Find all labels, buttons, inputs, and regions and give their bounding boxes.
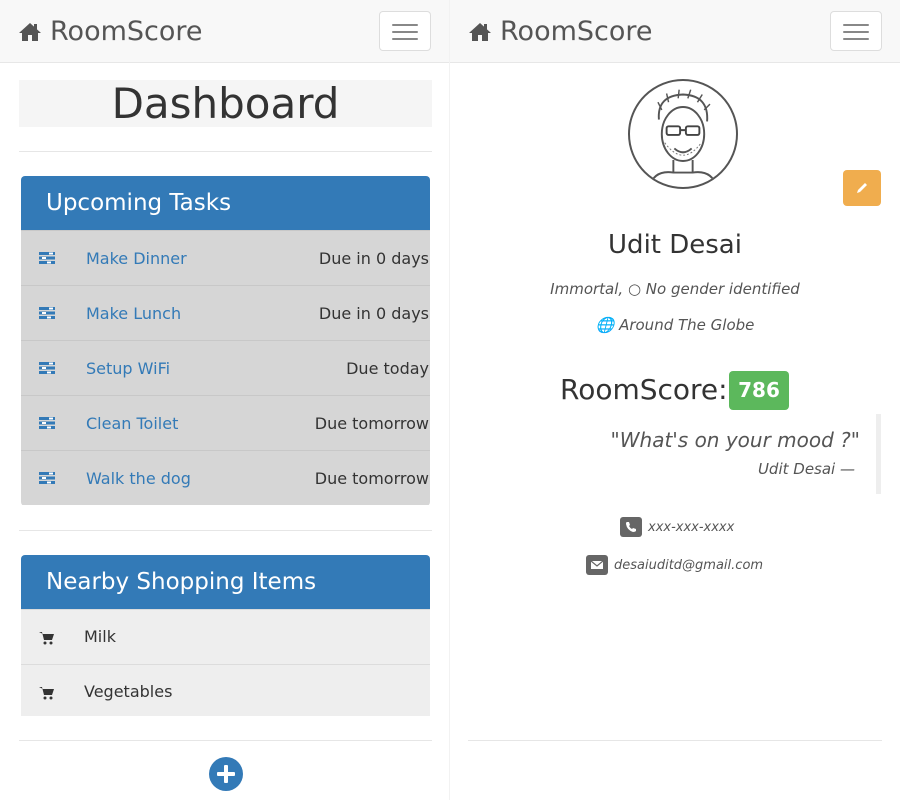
task-row[interactable]: Setup WiFi Due today bbox=[21, 340, 430, 395]
task-link[interactable]: Walk the dog bbox=[86, 469, 191, 488]
upcoming-tasks-header: Upcoming Tasks bbox=[21, 176, 430, 230]
task-due: Due tomorrow bbox=[314, 469, 429, 488]
hamburger-icon bbox=[843, 24, 869, 26]
roomscore-label: RoomScore: bbox=[560, 373, 728, 406]
brand-link[interactable]: RoomScore bbox=[18, 16, 203, 47]
tasks-icon bbox=[39, 307, 55, 319]
tasks-icon bbox=[39, 417, 55, 429]
task-due: Due in 0 days bbox=[318, 249, 429, 268]
edit-profile-button[interactable] bbox=[843, 170, 881, 206]
task-due: Due in 0 days bbox=[318, 304, 429, 323]
avatar bbox=[628, 79, 738, 189]
location-label: Around The Globe bbox=[619, 316, 755, 334]
dashboard-screen: RoomScore Dashboard Upcoming Tasks Make … bbox=[0, 0, 450, 800]
shopping-items-card: Nearby Shopping Items Milk Vegetables bbox=[21, 555, 430, 716]
profile-name: Udit Desai bbox=[608, 230, 742, 260]
task-due: Due tomorrow bbox=[314, 414, 429, 433]
email-address[interactable]: desaiuditd@gmail.com bbox=[614, 558, 763, 573]
shopping-item[interactable]: Vegetables bbox=[21, 664, 430, 716]
task-row[interactable]: Make Lunch Due in 0 days bbox=[21, 285, 430, 340]
phone-icon bbox=[620, 517, 642, 537]
phone-number: xxx-xxx-xxxx bbox=[648, 519, 735, 535]
pencil-icon bbox=[857, 183, 867, 193]
task-row[interactable]: Clean Toilet Due tomorrow bbox=[21, 395, 430, 450]
menu-toggle-button[interactable] bbox=[379, 11, 431, 51]
menu-toggle-button[interactable] bbox=[830, 11, 882, 51]
roomscore-badge: 786 bbox=[729, 371, 789, 410]
page-title: Dashboard bbox=[19, 80, 432, 127]
upcoming-tasks-card: Upcoming Tasks Make Dinner Due in 0 days… bbox=[21, 176, 430, 506]
home-icon bbox=[469, 22, 491, 41]
tasks-icon bbox=[39, 362, 55, 374]
divider bbox=[468, 740, 882, 741]
avatar-illustration bbox=[648, 89, 718, 187]
quote-border bbox=[876, 414, 881, 494]
task-link[interactable]: Setup WiFi bbox=[86, 359, 170, 378]
brand-name: RoomScore bbox=[500, 16, 653, 47]
divider bbox=[19, 740, 432, 741]
shopping-items-header: Nearby Shopping Items bbox=[21, 555, 430, 609]
profile-screen: RoomScore Udit Desai Immortal, ○ No gend… bbox=[450, 0, 900, 800]
add-button[interactable] bbox=[209, 757, 243, 791]
task-row[interactable]: Make Dinner Due in 0 days bbox=[21, 230, 430, 285]
shopping-item-label: Milk bbox=[84, 627, 116, 646]
divider bbox=[19, 530, 432, 531]
mood-quote: "What's on your mood ?" bbox=[610, 428, 860, 452]
profile-location: 🌐 Around The Globe bbox=[450, 316, 900, 334]
shopping-cart-icon bbox=[39, 687, 54, 700]
shopping-item[interactable]: Milk bbox=[21, 609, 430, 664]
divider bbox=[19, 151, 432, 152]
task-link[interactable]: Make Dinner bbox=[86, 249, 187, 268]
task-link[interactable]: Make Lunch bbox=[86, 304, 181, 323]
tasks-icon bbox=[39, 252, 55, 264]
shopping-cart-icon bbox=[39, 632, 54, 645]
brand-name: RoomScore bbox=[50, 16, 203, 47]
email-contact: desaiuditd@gmail.com bbox=[586, 555, 763, 575]
quote-author: Udit Desai — bbox=[757, 460, 855, 478]
profile-details: Immortal, ○ No gender identified bbox=[550, 280, 800, 298]
task-link[interactable]: Clean Toilet bbox=[86, 414, 178, 433]
shopping-item-label: Vegetables bbox=[84, 682, 173, 701]
navbar: RoomScore bbox=[0, 0, 449, 63]
phone-contact: xxx-xxx-xxxx bbox=[620, 517, 734, 537]
tasks-icon bbox=[39, 472, 55, 484]
globe-icon: 🌐 bbox=[595, 316, 615, 334]
home-icon bbox=[19, 22, 41, 41]
task-row[interactable]: Walk the dog Due tomorrow bbox=[21, 450, 430, 505]
envelope-icon bbox=[586, 555, 608, 575]
navbar: RoomScore bbox=[450, 0, 900, 63]
task-due: Due today bbox=[346, 359, 429, 378]
brand-link[interactable]: RoomScore bbox=[468, 16, 653, 47]
hamburger-icon bbox=[392, 24, 418, 26]
